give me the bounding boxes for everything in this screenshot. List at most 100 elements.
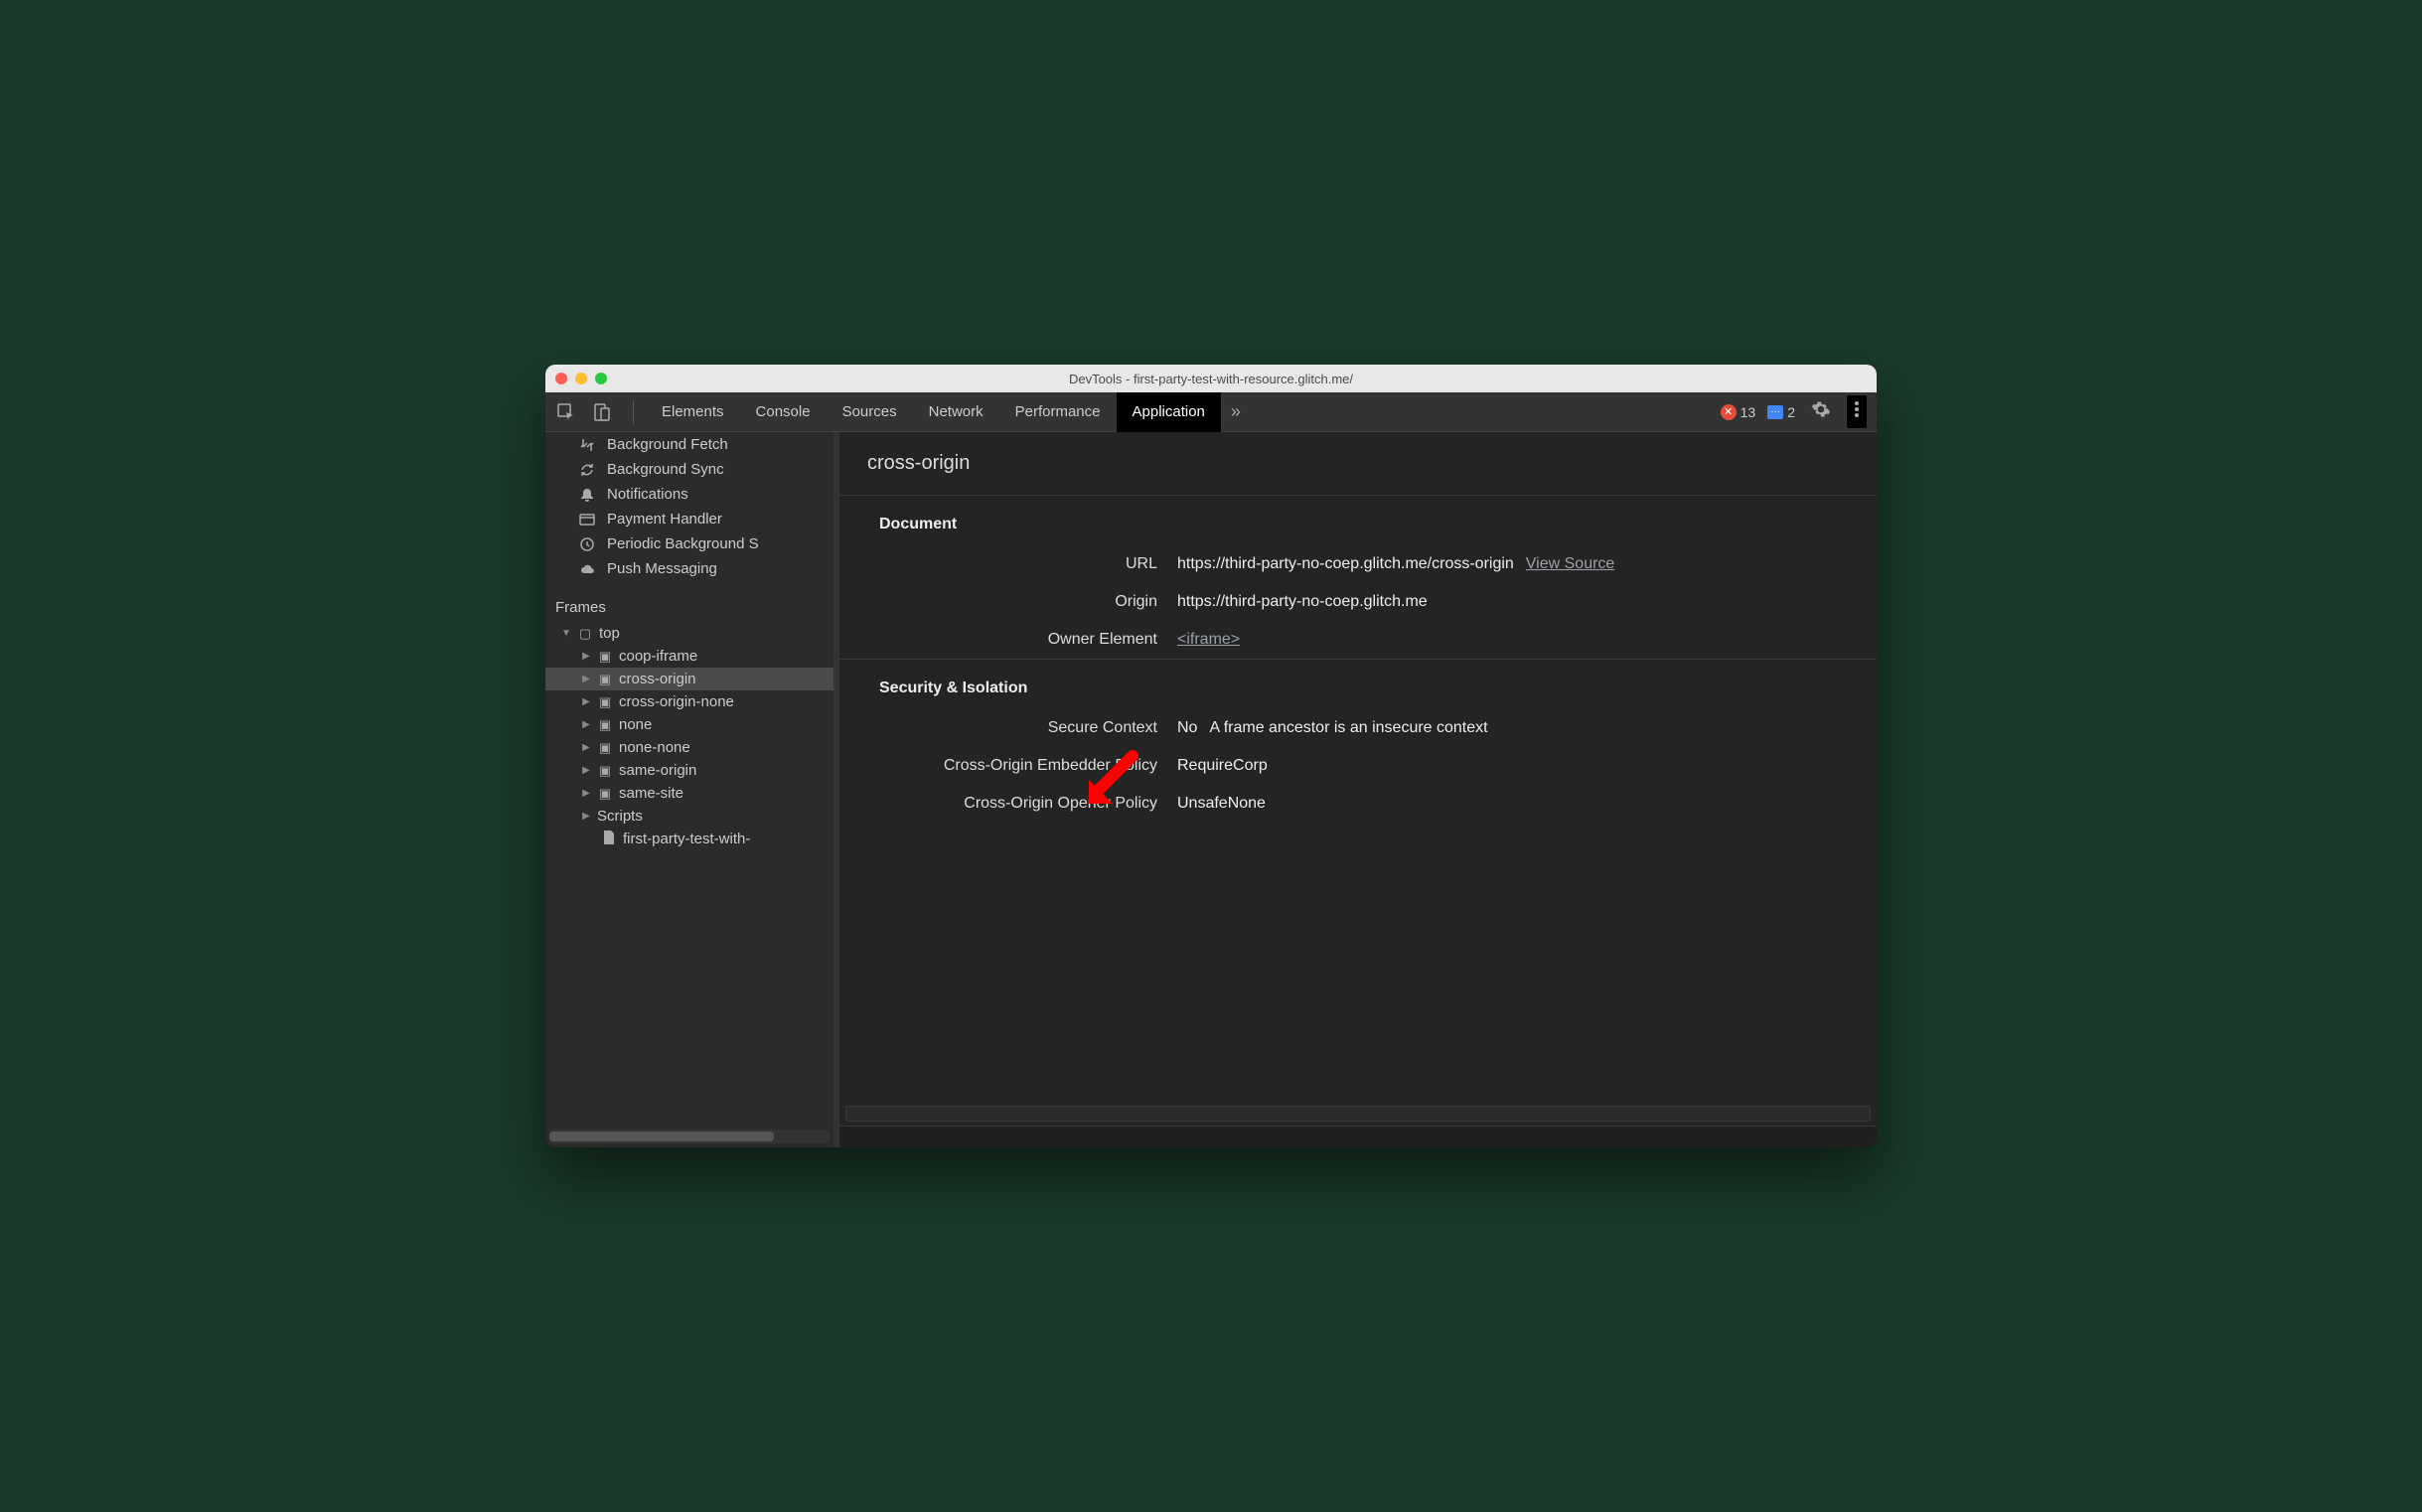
url-key: URL [879,555,1157,573]
frame-icon: ▣ [597,763,613,779]
row-url: URL https://third-party-no-coep.glitch.m… [839,545,1877,583]
document-heading: Document [839,496,1877,545]
window-icon: ▢ [577,626,593,642]
disclosure-triangle-icon[interactable]: ▶ [581,742,591,753]
frame-icon: ▣ [597,694,613,710]
toolbar-divider [633,400,634,424]
more-menu-icon[interactable] [1847,395,1867,428]
coop-key: Cross-Origin Opener Policy [879,795,1157,813]
owner-element-link[interactable]: <iframe> [1177,631,1240,649]
row-owner-element: Owner Element <iframe> [839,621,1877,659]
scripts-label: Scripts [597,808,643,825]
secure-context-value: No [1177,719,1197,737]
main-hscrollbar[interactable] [845,1106,1871,1122]
frame-icon: ▣ [597,740,613,756]
sidebar-item-background-sync[interactable]: Background Sync [545,457,833,482]
tab-application[interactable]: Application [1117,392,1221,432]
minimize-window-button[interactable] [575,373,587,384]
sidebar-item-push-messaging[interactable]: Push Messaging [545,556,833,581]
disclosure-triangle-icon[interactable]: ▶ [581,651,591,662]
panel-tabs: Elements Console Sources Network Perform… [646,392,1713,432]
coep-value: RequireCorp [1177,757,1268,775]
secure-context-key: Secure Context [879,719,1157,737]
frame-title: cross-origin [839,432,1877,495]
frame-label: coop-iframe [619,648,697,665]
frame-label: none [619,716,652,733]
window-title: DevTools - first-party-test-with-resourc… [545,372,1877,386]
frame-cross-origin-none[interactable]: ▶ ▣ cross-origin-none [545,690,833,713]
frame-scripts[interactable]: ▶ Scripts [545,805,833,828]
tab-console[interactable]: Console [740,392,827,432]
frame-label: cross-origin-none [619,693,734,710]
row-origin: Origin https://third-party-no-coep.glitc… [839,583,1877,621]
frame-label: top [599,625,620,642]
card-icon [577,512,597,528]
tab-performance[interactable]: Performance [999,392,1117,432]
frame-top[interactable]: ▼ ▢ top [545,622,833,645]
sidebar-label: Push Messaging [607,560,717,577]
sidebar-item-notifications[interactable]: Notifications [545,482,833,507]
cloud-icon [577,561,597,577]
origin-key: Origin [879,593,1157,611]
owner-key: Owner Element [879,631,1157,649]
frame-label: cross-origin [619,671,696,687]
script-file[interactable]: first-party-test-with- [545,828,833,850]
disclosure-triangle-icon[interactable]: ▶ [581,811,591,822]
inspect-element-icon[interactable] [555,401,577,423]
frame-cross-origin[interactable]: ▶ ▣ cross-origin [545,668,833,690]
sidebar-hscrollbar[interactable] [549,1130,830,1143]
sidebar-item-background-fetch[interactable]: Background Fetch [545,432,833,457]
file-icon [601,831,617,847]
bgfetch-icon [577,437,597,453]
sidebar-label: Periodic Background S [607,535,759,552]
row-secure-context: Secure Context No A frame ancestor is an… [839,709,1877,747]
row-coop: Cross-Origin Opener Policy UnsafeNone [839,785,1877,823]
panel-body: Background Fetch Background Sync Notific… [545,432,1877,1147]
device-toolbar-icon[interactable] [591,401,613,423]
url-value: https://third-party-no-coep.glitch.me/cr… [1177,555,1514,573]
frame-details-panel: cross-origin Document URL https://third-… [839,432,1877,1147]
disclosure-triangle-icon[interactable]: ▶ [581,674,591,684]
frame-same-origin[interactable]: ▶ ▣ same-origin [545,759,833,782]
frame-label: same-origin [619,762,696,779]
row-coep: Cross-Origin Embedder Policy RequireCorp [839,747,1877,785]
error-count: 13 [1741,404,1756,420]
devtools-window: DevTools - first-party-test-with-resourc… [545,365,1877,1147]
toolbar: Elements Console Sources Network Perform… [545,392,1877,432]
traffic-lights [555,373,607,384]
sidebar-item-payment-handler[interactable]: Payment Handler [545,507,833,531]
sidebar-label: Background Sync [607,461,724,478]
coop-value: UnsafeNone [1177,795,1266,813]
tab-elements[interactable]: Elements [646,392,740,432]
frame-label: none-none [619,739,690,756]
disclosure-triangle-icon[interactable]: ▶ [581,788,591,799]
frame-icon: ▣ [597,649,613,665]
security-heading: Security & Isolation [839,660,1877,709]
tab-network[interactable]: Network [913,392,999,432]
frame-coop-iframe[interactable]: ▶ ▣ coop-iframe [545,645,833,668]
bell-icon [577,487,597,503]
sidebar-label: Notifications [607,486,688,503]
disclosure-triangle-icon[interactable]: ▶ [581,719,591,730]
frame-none-none[interactable]: ▶ ▣ none-none [545,736,833,759]
frame-icon: ▣ [597,672,613,687]
view-source-link[interactable]: View Source [1526,555,1615,573]
disclosure-triangle-icon[interactable]: ▼ [561,628,571,639]
frame-icon: ▣ [597,786,613,802]
sidebar-item-periodic-sync[interactable]: Periodic Background S [545,531,833,556]
error-icon: ✕ [1721,404,1737,420]
tab-sources[interactable]: Sources [827,392,913,432]
frame-none[interactable]: ▶ ▣ none [545,713,833,736]
settings-gear-icon[interactable] [1807,395,1835,428]
frame-icon: ▣ [597,717,613,733]
error-badge[interactable]: ✕ 13 [1721,404,1756,420]
tabs-overflow-icon[interactable]: » [1221,401,1251,422]
frame-label: same-site [619,785,683,802]
disclosure-triangle-icon[interactable]: ▶ [581,765,591,776]
frame-same-site[interactable]: ▶ ▣ same-site [545,782,833,805]
sidebar-label: Payment Handler [607,511,722,528]
zoom-window-button[interactable] [595,373,607,384]
close-window-button[interactable] [555,373,567,384]
disclosure-triangle-icon[interactable]: ▶ [581,696,591,707]
info-badge[interactable]: ··· 2 [1767,404,1795,420]
